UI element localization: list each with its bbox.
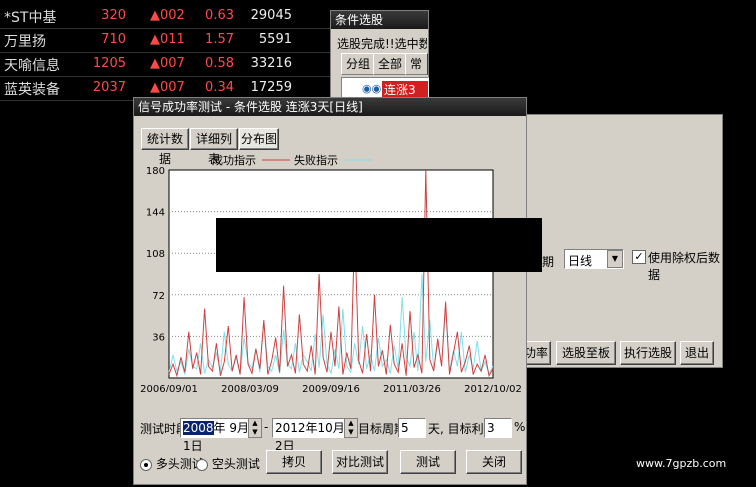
y-tick-label: 180: [146, 166, 165, 177]
y-tick-label: 36: [152, 332, 165, 343]
stock-name: *ST中基: [4, 10, 57, 26]
run-test-button[interactable]: 测试: [400, 450, 456, 474]
stock-volume: 17259: [250, 80, 292, 95]
end-date-spinner[interactable]: ▲ ▼: [344, 418, 358, 438]
y-axis-ticks: 180 144 108 72 36: [146, 166, 165, 343]
tab-all[interactable]: 全部: [373, 53, 408, 75]
chevron-down-icon: ▼: [607, 250, 623, 268]
y-tick-label: 72: [152, 291, 165, 302]
close-button[interactable]: 关闭: [466, 450, 522, 474]
start-date-field[interactable]: 2008年 9月 1日: [180, 418, 250, 453]
x-tick-label: 2006/09/01: [140, 384, 198, 392]
stock-price: 320: [101, 8, 126, 23]
tab-distribution[interactable]: 分布图: [239, 128, 279, 150]
distribution-chart: 成功指示 失败指示 180 144 108 72 36 2006/09/01 2008/0…: [140, 153, 522, 392]
selector-window: 条件选股 选股完成!!选中数量:4 分组 全部 常用 ◉◉ 连涨3天: [330, 10, 429, 115]
adjusted-data-label: 使用除权后数据: [648, 251, 721, 282]
selector-status: 选股完成!!选中数量:4: [337, 37, 427, 51]
stock-volume: 29045: [250, 8, 292, 23]
y-tick-label: 144: [146, 208, 165, 219]
x-tick-label: 2008/03/09: [221, 384, 279, 392]
short-test-radio[interactable]: 空头测试: [196, 455, 260, 472]
stock-percent: 0.34: [205, 80, 234, 95]
x-tick-label: 2011/03/26: [383, 384, 441, 392]
end-date-field[interactable]: 2012年10月 2日: [272, 418, 346, 453]
stock-change: ▲011: [150, 32, 185, 47]
stock-change: ▲007: [150, 80, 185, 95]
run-selection-button[interactable]: 执行选股: [620, 341, 676, 365]
tab-detail-list[interactable]: 详细列表: [190, 128, 238, 166]
legend-success-label: 成功指示: [212, 153, 256, 167]
table-row[interactable]: *ST中基 320 ▲002 0.63 29045: [0, 4, 330, 29]
start-year: 2008: [183, 421, 214, 435]
plot-area: [168, 169, 494, 379]
copy-button[interactable]: 拷贝: [266, 450, 322, 474]
x-tick-label: 2012/10/02: [464, 384, 522, 392]
stock-name: 万里扬: [4, 34, 46, 50]
table-row[interactable]: 万里扬 710 ▲011 1.57 5591: [0, 28, 330, 53]
stock-percent: 0.58: [205, 56, 234, 71]
target-period-input[interactable]: 5: [398, 418, 426, 438]
redaction-box: [216, 218, 542, 272]
binoculars-icon: ◉◉: [362, 82, 382, 95]
stock-volume: 5591: [258, 32, 292, 47]
y-tick-label: 108: [146, 249, 165, 260]
x-tick-label: 2009/09/16: [302, 384, 360, 392]
legend-fail-label: 失败指示: [294, 153, 338, 167]
stock-name: 天喻信息: [4, 58, 60, 74]
long-test-radio[interactable]: 多头测试: [140, 455, 204, 472]
stock-price: 710: [101, 32, 126, 47]
stock-price: 1205: [92, 56, 126, 71]
tab-statistics[interactable]: 统计数据: [141, 128, 189, 166]
compare-test-button[interactable]: 对比测试: [332, 450, 388, 474]
adjusted-data-checkbox[interactable]: ✓: [632, 250, 646, 264]
test-window-title: 信号成功率测试 - 条件选股 连涨3天[日线]: [134, 98, 526, 116]
stock-price: 2037: [92, 80, 126, 95]
signal-test-window: 信号成功率测试 - 条件选股 连涨3天[日线] 统计数据 详细列表 分布图 成功…: [133, 97, 542, 485]
target-profit-input[interactable]: 3: [484, 418, 512, 438]
table-row[interactable]: 天喻信息 1205 ▲007 0.58 33216: [0, 52, 330, 77]
to-block-button[interactable]: 选股至板块: [556, 341, 616, 382]
stock-name: 蓝英装备: [4, 82, 60, 98]
stock-volume: 33216: [250, 56, 292, 71]
period-value: 日线: [568, 254, 593, 268]
stock-change: ▲007: [150, 56, 185, 71]
x-axis-ticks: 2006/09/01 2008/03/09 2009/09/16 2011/03/26…: [140, 384, 522, 392]
exit-button[interactable]: 退出: [680, 341, 714, 365]
short-test-label: 空头测试: [211, 457, 260, 471]
stock-change: ▲002: [150, 8, 185, 23]
stock-percent: 0.63: [205, 8, 234, 23]
percent-sign: %: [514, 420, 526, 434]
tab-common[interactable]: 常用: [405, 53, 428, 91]
tab-group[interactable]: 分组: [341, 53, 376, 75]
watermark: www.7gpzb.com: [636, 457, 727, 470]
short-radio-dot: [196, 458, 208, 471]
period-select[interactable]: 日线 ▼: [564, 249, 624, 269]
stock-percent: 1.57: [205, 32, 234, 47]
start-date-spinner[interactable]: ▲ ▼: [248, 418, 262, 438]
selector-window-title: 条件选股: [331, 11, 428, 29]
main-panel: 周期 日线 ▼ ✓ 使用除权后数据 功率 选股至板块 执行选股 退出: [516, 114, 723, 382]
date-range-dash: -: [264, 420, 269, 434]
long-radio-dot: [140, 458, 152, 471]
